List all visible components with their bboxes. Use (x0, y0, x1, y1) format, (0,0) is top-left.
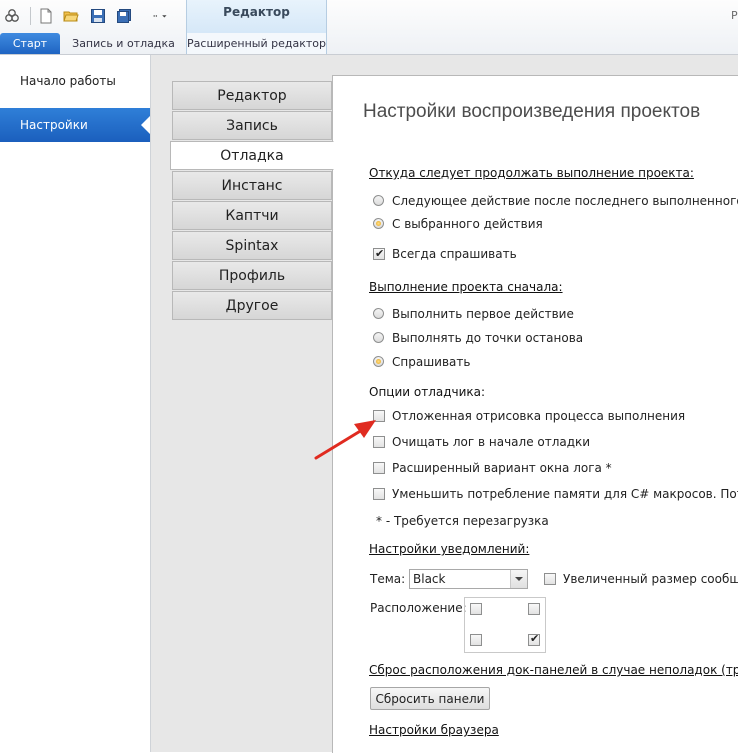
checkbox[interactable] (373, 246, 385, 262)
more-icon[interactable] (152, 8, 168, 24)
section-header-notifications: Настройки уведомлений: (369, 542, 530, 556)
section-header-continue: Откуда следует продолжать выполнение про… (369, 166, 694, 180)
context-tab-header: Редактор (186, 0, 327, 36)
toolbar-separator (30, 7, 31, 25)
vtab-instance[interactable]: Инстанс (172, 171, 332, 200)
ribbon-bar: Редактор Pr Старт Запись и отладка Расши… (0, 0, 738, 55)
chevron-down-icon[interactable] (510, 570, 527, 588)
nav-selection-arrow (141, 116, 150, 134)
nav-item-settings[interactable]: Настройки (0, 108, 150, 142)
theme-select-value: Black (413, 572, 446, 586)
checkbox-label: Очищать лог в начале отладки (392, 435, 591, 449)
tab-start[interactable]: Старт (0, 33, 60, 54)
theme-label: Тема: (370, 572, 406, 586)
save-all-icon[interactable] (116, 8, 132, 24)
vtab-editor[interactable]: Редактор (172, 81, 332, 110)
vtab-spintax[interactable]: Spintax (172, 231, 332, 260)
theme-select[interactable]: Black (409, 569, 528, 589)
radio-label: Выполнять до точки останова (392, 331, 584, 345)
position-bottom-left-checkbox[interactable] (470, 634, 482, 646)
section-header-debugger: Опции отладчика: (369, 385, 486, 399)
position-bottom-right-checkbox[interactable] (528, 632, 540, 646)
radio-button[interactable] (373, 308, 384, 319)
restart-required-note: * - Требуется перезагрузка (376, 514, 549, 528)
new-file-icon[interactable] (38, 8, 54, 24)
position-top-right-checkbox[interactable] (528, 603, 540, 615)
page-title: Настройки воспроизведения проектов (363, 101, 701, 122)
radio-label: Спрашивать (392, 355, 471, 369)
checkbox-label: Отложенная отрисовка процесса выполнения (392, 409, 686, 423)
reset-panels-button[interactable]: Сбросить панели (370, 687, 490, 710)
vtab-captcha[interactable]: Каптчи (172, 201, 332, 230)
save-icon[interactable] (90, 8, 106, 24)
position-top-left-checkbox[interactable] (470, 603, 482, 615)
position-label: Расположение: (370, 601, 467, 615)
logo-icon[interactable] (4, 8, 20, 24)
radio-button[interactable] (373, 332, 384, 343)
checkbox-label: Уменьшить потребление памяти для C# макр… (392, 487, 738, 501)
red-arrow-pointer-icon (314, 420, 376, 460)
radio-button[interactable] (373, 218, 384, 229)
radio-button[interactable] (373, 356, 384, 367)
context-tab-header-label: Редактор (223, 5, 290, 19)
checkbox[interactable] (373, 462, 385, 474)
tab-record-debug[interactable]: Запись и отладка (66, 33, 181, 54)
checkbox[interactable] (373, 488, 385, 500)
radio-label: Следующее действие после последнего выпо… (392, 194, 738, 208)
open-folder-icon[interactable] (63, 8, 79, 24)
radio-label: Выполнить первое действие (392, 307, 574, 321)
vtab-debug[interactable]: Отладка (170, 141, 334, 170)
settings-panel: Настройки воспроизведения проектов Откуд… (332, 75, 738, 753)
nav-item-getting-started[interactable]: Начало работы (0, 64, 150, 98)
tab-extended-editor[interactable]: Расширенный редактор (186, 33, 327, 54)
checkbox-label: Расширенный вариант окна лога * (392, 461, 612, 475)
checkbox-label: Всегда спрашивать (392, 247, 517, 261)
vtab-record[interactable]: Запись (172, 111, 332, 140)
window-title-fragment: Pr (731, 9, 738, 22)
notification-position-grid (464, 597, 546, 653)
checkbox-label: Увеличенный размер сообщени (563, 572, 738, 586)
section-header-restart: Выполнение проекта сначала: (369, 280, 563, 294)
vtab-profile[interactable]: Профиль (172, 261, 332, 290)
checkbox[interactable] (544, 573, 556, 585)
radio-button[interactable] (373, 195, 384, 206)
vtab-other[interactable]: Другое (172, 291, 332, 320)
section-header-browser: Настройки браузера (369, 723, 499, 737)
section-header-reset-panels: Сброс расположения док-панелей в случае … (369, 663, 738, 677)
left-nav: Начало работы Настройки (0, 55, 151, 752)
radio-label: С выбранного действия (392, 217, 543, 231)
